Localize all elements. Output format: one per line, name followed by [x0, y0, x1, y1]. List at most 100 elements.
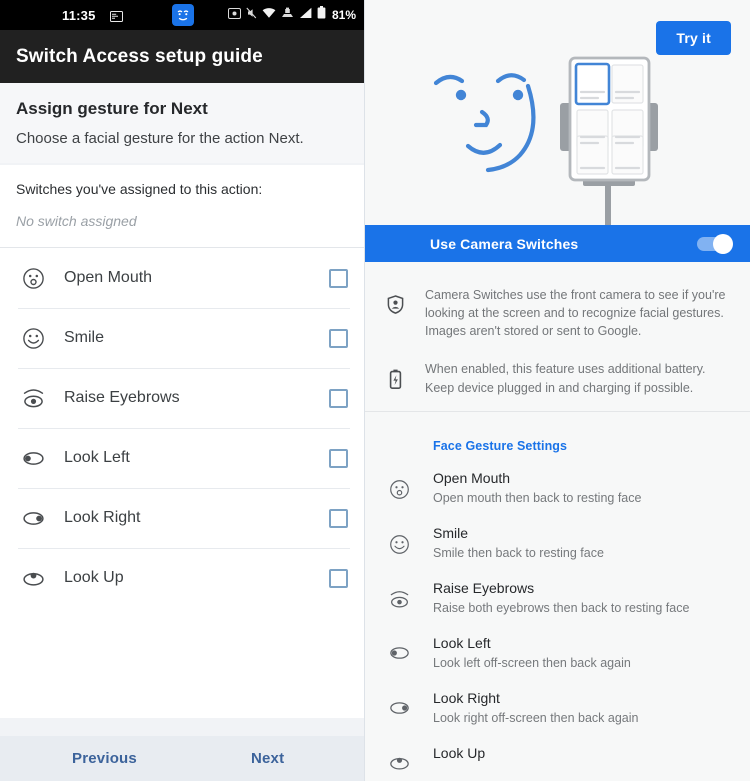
- message-icon: [110, 9, 123, 27]
- battery-percent-label: 81%: [331, 8, 356, 22]
- smile-face-icon: [18, 327, 48, 350]
- gesture-option-look-left[interactable]: Look Left: [0, 428, 364, 488]
- signal-icon: [299, 6, 312, 24]
- face-gesture-title: Look Left: [433, 634, 491, 651]
- gesture-label: Open Mouth: [64, 269, 153, 286]
- setup-guide-bottom-nav: Previous Next: [0, 736, 364, 781]
- face-gesture-desc: Raise both eyebrows then back to resting…: [433, 600, 690, 615]
- face-gesture-texts: Look Right Look right off-screen then ba…: [433, 688, 638, 725]
- camera-switches-settings-screen: Try it Use Camera Switches Camera Switch…: [365, 0, 750, 781]
- info-battery-text: When enabled, this feature uses addition…: [425, 362, 706, 395]
- gesture-label: Raise Eyebrows: [64, 389, 180, 406]
- look-up-eye-icon: [365, 743, 433, 778]
- list-empty-space: [0, 608, 364, 718]
- assigned-switches-value: No switch assigned: [16, 213, 137, 229]
- gesture-option-list: Open Mouth Smile Raise Eyebrows Look Lef…: [0, 248, 364, 718]
- look-right-eye-icon: [365, 688, 433, 725]
- gesture-checkbox[interactable]: [329, 268, 348, 288]
- face-gesture-smile[interactable]: Smile Smile then back to resting face: [365, 514, 750, 569]
- face-gesture-title: Look Up: [433, 744, 486, 761]
- use-camera-switches-switch[interactable]: [697, 233, 733, 254]
- face-gesture-desc: Open mouth then back to resting face: [433, 490, 642, 505]
- info-section: Camera Switches use the front camera to …: [365, 262, 750, 422]
- info-row-battery: When enabled, this feature uses addition…: [365, 350, 750, 406]
- assign-gesture-header: Assign gesture for Next Choose a facial …: [0, 83, 364, 163]
- gesture-option-look-right[interactable]: Look Right: [0, 488, 364, 548]
- use-camera-switches-label: Use Camera Switches: [430, 235, 579, 252]
- face-gesture-texts: Open Mouth Open mouth then back to resti…: [433, 468, 641, 505]
- look-left-eye-icon: [365, 633, 433, 670]
- info-privacy-text: Camera Switches use the front camera to …: [425, 288, 726, 339]
- status-bar: 11:35 81%: [0, 0, 364, 30]
- app-bar: Switch Access setup guide: [0, 30, 364, 83]
- face-gesture-title: Open Mouth: [433, 469, 511, 486]
- assign-subtitle: Choose a facial gesture for the action N…: [16, 130, 304, 147]
- status-bar-clock: 11:35: [62, 7, 96, 23]
- gesture-checkbox[interactable]: [329, 568, 348, 588]
- gesture-checkbox[interactable]: [329, 328, 348, 348]
- face-gesture-texts: Smile Smile then back to resting face: [433, 523, 604, 560]
- try-it-button[interactable]: Try it: [656, 21, 731, 55]
- face-gesture-title: Raise Eyebrows: [433, 579, 535, 596]
- raise-eyebrows-eye-icon: [365, 578, 433, 615]
- gesture-label: Look Left: [64, 449, 130, 466]
- face-gesture-texts: Look Up: [433, 743, 485, 778]
- stand-pole: [605, 183, 611, 225]
- face-gesture-look-right[interactable]: Look Right Look right off-screen then ba…: [365, 679, 750, 734]
- status-bar-icon-group: 81%: [227, 6, 356, 24]
- wifi-icon: [262, 6, 276, 24]
- use-camera-switches-toggle-row[interactable]: Use Camera Switches: [365, 225, 750, 262]
- info-row-privacy: Camera Switches use the front camera to …: [365, 276, 750, 350]
- face-gesture-desc: Look right off-screen then back again: [433, 710, 639, 725]
- mute-icon: [246, 6, 257, 24]
- smile-face-icon: [365, 523, 433, 560]
- open-mouth-face-icon: [365, 468, 433, 505]
- gesture-option-raise-eyebrows[interactable]: Raise Eyebrows: [0, 368, 364, 428]
- gesture-label: Look Right: [64, 509, 141, 526]
- face-gesture-settings-list: Open Mouth Open mouth then back to resti…: [365, 458, 750, 781]
- gesture-label: Look Up: [64, 569, 124, 586]
- face-eye-right: [512, 89, 524, 101]
- assign-title: Assign gesture for Next: [16, 99, 208, 118]
- gesture-option-look-up[interactable]: Look Up: [0, 548, 364, 608]
- switch-knob: [713, 233, 733, 254]
- section-divider: [365, 410, 750, 412]
- battery-charging-icon: [365, 356, 425, 396]
- assigned-switches-label: Switches you've assigned to this action:: [16, 181, 263, 197]
- assigned-switches-card: Switches you've assigned to this action:…: [0, 165, 364, 248]
- face-eye-left: [455, 89, 467, 101]
- camera-switches-face-icon: [172, 4, 194, 26]
- vpn-icon: [281, 6, 294, 24]
- face-gesture-desc: Look left off-screen then back again: [433, 655, 631, 670]
- open-mouth-face-icon: [18, 267, 48, 290]
- face-gesture-desc: Smile then back to resting face: [433, 545, 604, 560]
- page-title: Switch Access setup guide: [16, 45, 263, 67]
- previous-button[interactable]: Previous: [72, 750, 137, 767]
- face-gesture-title: Look Right: [433, 689, 500, 706]
- face-gesture-texts: Raise Eyebrows Raise both eyebrows then …: [433, 578, 689, 615]
- face-gesture-raise-eyebrows[interactable]: Raise Eyebrows Raise both eyebrows then …: [365, 569, 750, 624]
- gesture-checkbox[interactable]: [329, 508, 348, 528]
- privacy-shield-icon: [365, 282, 425, 340]
- next-button[interactable]: Next: [251, 750, 284, 767]
- screenshot-icon: [227, 6, 241, 24]
- look-up-eye-icon: [18, 569, 48, 588]
- dual-screenshot-root: 11:35 81% Switch Access setup guide Assi…: [0, 0, 750, 781]
- face-gesture-open-mouth[interactable]: Open Mouth Open mouth then back to resti…: [365, 459, 750, 514]
- hero-illustration-area: Try it: [365, 0, 750, 225]
- face-gesture-texts: Look Left Look left off-screen then back…: [433, 633, 631, 670]
- battery-icon: [317, 6, 326, 24]
- face-gesture-look-up[interactable]: Look Up: [365, 734, 750, 781]
- look-left-eye-icon: [18, 449, 48, 468]
- switch-access-setup-guide-screen: 11:35 81% Switch Access setup guide Assi…: [0, 0, 365, 781]
- face-gesture-settings-header: Face Gesture Settings: [433, 438, 568, 453]
- face-gesture-title: Smile: [433, 524, 469, 541]
- gesture-label: Smile: [64, 329, 105, 346]
- gesture-checkbox[interactable]: [329, 448, 348, 468]
- gesture-checkbox[interactable]: [329, 388, 348, 408]
- face-gesture-look-left[interactable]: Look Left Look left off-screen then back…: [365, 624, 750, 679]
- look-right-eye-icon: [18, 509, 48, 528]
- gesture-option-smile[interactable]: Smile: [0, 308, 364, 368]
- gesture-option-open-mouth[interactable]: Open Mouth: [0, 248, 364, 308]
- raise-eyebrows-eye-icon: [18, 387, 48, 410]
